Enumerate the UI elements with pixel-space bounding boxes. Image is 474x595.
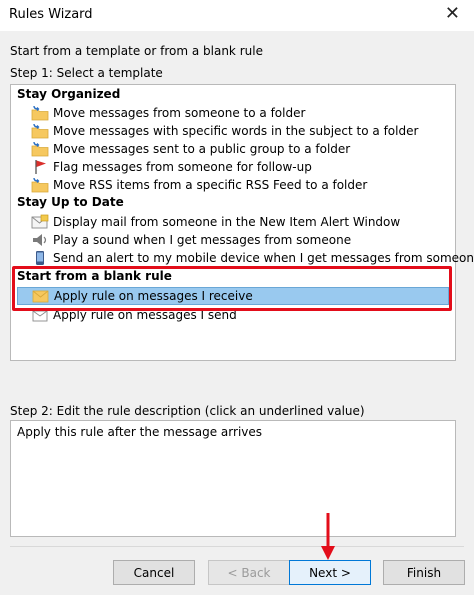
template-item[interactable]: Move messages with specific words in the… [17, 122, 449, 140]
template-item[interactable]: Play a sound when I get messages from so… [17, 231, 449, 249]
folder-arrow-icon [31, 123, 49, 139]
template-item-label: Move RSS items from a specific RSS Feed … [53, 178, 368, 192]
group-stay-up-to-date: Stay Up to Date [17, 195, 124, 209]
template-item-label: Move messages sent to a public group to … [53, 142, 351, 156]
next-button[interactable]: Next > [289, 560, 371, 585]
folder-arrow-icon [31, 177, 49, 193]
envelope-alert-icon [31, 214, 49, 229]
template-item[interactable]: Display mail from someone in the New Ite… [17, 213, 449, 231]
step1-label: Step 1: Select a template [10, 66, 163, 80]
template-item-label: Send an alert to my mobile device when I… [53, 251, 474, 265]
step2-label: Step 2: Edit the rule description (click… [10, 404, 365, 418]
template-item-selected[interactable]: Apply rule on messages I receive [17, 287, 449, 305]
intro-text: Start from a template or from a blank ru… [10, 44, 263, 58]
template-item-label: Apply rule on messages I send [53, 308, 237, 322]
mobile-phone-icon [36, 251, 44, 265]
envelope-send-icon [32, 310, 48, 322]
window-title: Rules Wizard [9, 7, 93, 22]
speaker-icon [33, 234, 47, 246]
folder-arrow-icon [31, 105, 49, 121]
close-icon[interactable]: ✕ [445, 3, 460, 24]
rule-description-text: Apply this rule after the message arrive… [17, 425, 263, 439]
template-item-label: Apply rule on messages I receive [54, 289, 253, 303]
template-item[interactable]: Apply rule on messages I send [17, 306, 449, 324]
cancel-button[interactable]: Cancel [113, 560, 195, 585]
rule-description-box[interactable]: Apply this rule after the message arrive… [10, 420, 456, 537]
group-stay-organized: Stay Organized [17, 87, 121, 101]
button-separator [10, 546, 464, 547]
template-item-label: Flag messages from someone for follow-up [53, 160, 312, 174]
back-button[interactable]: < Back [208, 560, 290, 585]
template-item[interactable]: Flag messages from someone for follow-up [17, 158, 449, 176]
group-blank-rule: Start from a blank rule [17, 269, 172, 283]
finish-button[interactable]: Finish [383, 560, 465, 585]
template-item[interactable]: Move messages sent to a public group to … [17, 140, 449, 158]
red-arrow-down-icon [321, 513, 335, 560]
title-bar: Rules Wizard ✕ [0, 0, 474, 31]
template-item[interactable]: Move RSS items from a specific RSS Feed … [17, 176, 449, 194]
template-item-label: Move messages from someone to a folder [53, 106, 306, 120]
template-item[interactable]: Send an alert to my mobile device when I… [17, 249, 474, 267]
template-item-label: Display mail from someone in the New Ite… [53, 215, 401, 229]
template-item-label: Move messages with specific words in the… [53, 124, 419, 138]
folder-arrow-icon [31, 141, 49, 157]
template-item-label: Play a sound when I get messages from so… [53, 233, 352, 247]
envelope-rule-icon [32, 290, 49, 303]
red-flag-icon [35, 160, 46, 174]
template-item[interactable]: Move messages from someone to a folder [17, 104, 449, 122]
template-list[interactable]: Stay Organized Move messages from someon… [10, 84, 474, 361]
